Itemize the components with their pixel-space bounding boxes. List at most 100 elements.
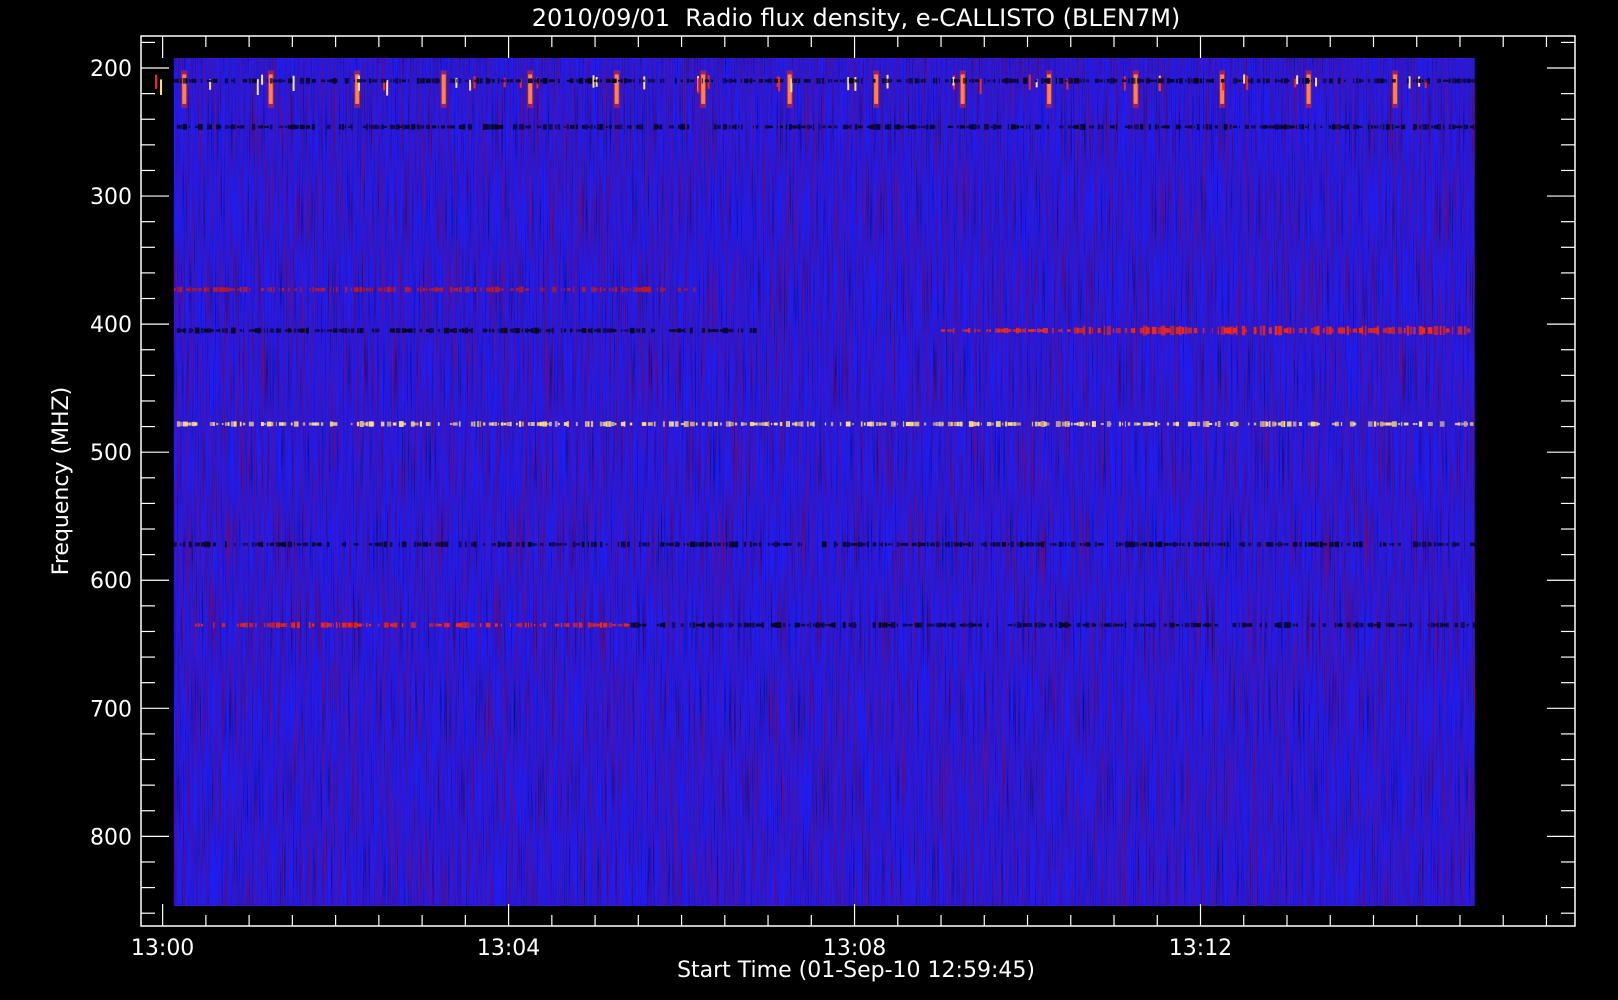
spike-mark	[386, 80, 389, 96]
band-mark-4	[200, 327, 204, 334]
band-mark-3	[662, 288, 666, 291]
band-mark-2	[548, 124, 553, 130]
band-mark-4	[737, 328, 739, 333]
band-mark-5	[968, 328, 971, 333]
band-mark-2	[1271, 125, 1276, 129]
band-mark-4	[716, 329, 719, 332]
y-tick-label: 600	[90, 569, 132, 594]
band-mark-8	[1211, 542, 1214, 547]
spike-mark	[979, 78, 982, 95]
band-mark-8	[344, 541, 346, 548]
band-mark-7	[878, 422, 882, 426]
band-mark-3	[572, 286, 575, 293]
band-mark-7	[428, 422, 431, 426]
band-mark-6	[1304, 327, 1307, 334]
band-mark-3	[470, 288, 473, 291]
band-mark-8	[587, 541, 589, 548]
band-mark-10	[1016, 622, 1020, 629]
band-mark-4	[518, 328, 521, 333]
band-mark-1	[1154, 79, 1157, 83]
band-mark-10	[1259, 623, 1262, 627]
band-mark-2	[1370, 125, 1374, 129]
band-mark-2	[1112, 125, 1115, 129]
band-mark-9	[560, 622, 563, 628]
band-mark-2	[413, 125, 416, 129]
band-mark-8	[917, 541, 921, 547]
band-mark-8	[521, 541, 525, 548]
band-mark-7	[1379, 421, 1384, 427]
band-mark-6	[1115, 327, 1121, 334]
band-mark-1	[1310, 79, 1313, 83]
band-mark-5	[1067, 329, 1071, 332]
band-mark-1	[1205, 79, 1209, 83]
band-mark-1	[452, 79, 455, 83]
band-mark-1	[536, 78, 539, 84]
band-mark-8	[881, 541, 883, 548]
band-mark-8	[425, 541, 429, 547]
band-mark-1	[1151, 79, 1155, 82]
band-mark-2	[1007, 123, 1009, 130]
band-mark-8	[1019, 541, 1024, 548]
band-mark-8	[197, 543, 199, 546]
band-mark-4	[329, 329, 333, 332]
band-mark-2	[458, 124, 462, 130]
band-mark-1	[851, 78, 855, 83]
band-mark-6	[1124, 327, 1128, 334]
band-mark-1	[749, 78, 753, 84]
band-mark-2	[176, 125, 180, 129]
band-mark-8	[1049, 543, 1053, 546]
band-mark-4	[347, 328, 350, 333]
band-mark-10	[671, 622, 676, 628]
band-mark-10	[743, 622, 747, 628]
band-mark-8	[497, 541, 501, 548]
band-mark-1	[1112, 79, 1118, 83]
band-mark-4	[464, 327, 468, 334]
band-mark-8	[878, 543, 883, 546]
band-mark-1	[1121, 79, 1127, 83]
band-mark-10	[1472, 622, 1477, 628]
band-mark-7	[320, 422, 324, 426]
band-mark-9	[269, 622, 275, 628]
band-mark-2	[932, 125, 936, 129]
band-mark-10	[752, 622, 755, 628]
band-mark-4	[509, 328, 514, 333]
band-mark-7	[950, 422, 954, 427]
band-mark-6	[1169, 325, 1175, 336]
band-mark-8	[1193, 542, 1197, 547]
band-mark-10	[1142, 623, 1145, 627]
band-mark-6	[1406, 325, 1410, 336]
spike-mark	[697, 78, 700, 94]
band-mark-8	[644, 542, 648, 547]
band-mark-2	[1301, 124, 1305, 130]
band-mark-6	[1106, 326, 1112, 335]
band-mark-7	[1070, 422, 1073, 426]
band-mark-2	[350, 124, 353, 130]
band-mark-1	[776, 78, 778, 83]
band-mark-4	[269, 328, 274, 333]
band-mark-9	[383, 622, 389, 628]
band-mark-1	[1463, 78, 1467, 84]
band-mark-7	[701, 422, 705, 426]
band-mark-7	[1085, 422, 1088, 426]
band-mark-6	[1397, 327, 1402, 334]
band-mark-7	[1367, 421, 1373, 427]
band-mark-1	[530, 78, 533, 83]
band-mark-6	[1289, 327, 1292, 334]
band-mark-5	[1043, 327, 1048, 334]
band-mark-1	[1166, 78, 1170, 84]
band-mark-10	[746, 623, 750, 628]
band-mark-3	[464, 286, 470, 293]
band-mark-6	[1181, 327, 1185, 334]
band-mark-1	[1043, 78, 1048, 83]
band-mark-2	[878, 124, 881, 130]
band-mark-2	[1415, 124, 1418, 129]
band-mark-7	[641, 422, 647, 426]
band-mark-8	[872, 542, 877, 547]
band-mark-6	[1364, 325, 1367, 336]
band-mark-1	[1352, 78, 1355, 84]
band-mark-6	[1244, 328, 1247, 333]
band-mark-7	[1469, 422, 1474, 426]
band-mark-10	[1076, 622, 1081, 628]
band-mark-8	[926, 542, 929, 547]
band-mark-2	[857, 125, 863, 129]
